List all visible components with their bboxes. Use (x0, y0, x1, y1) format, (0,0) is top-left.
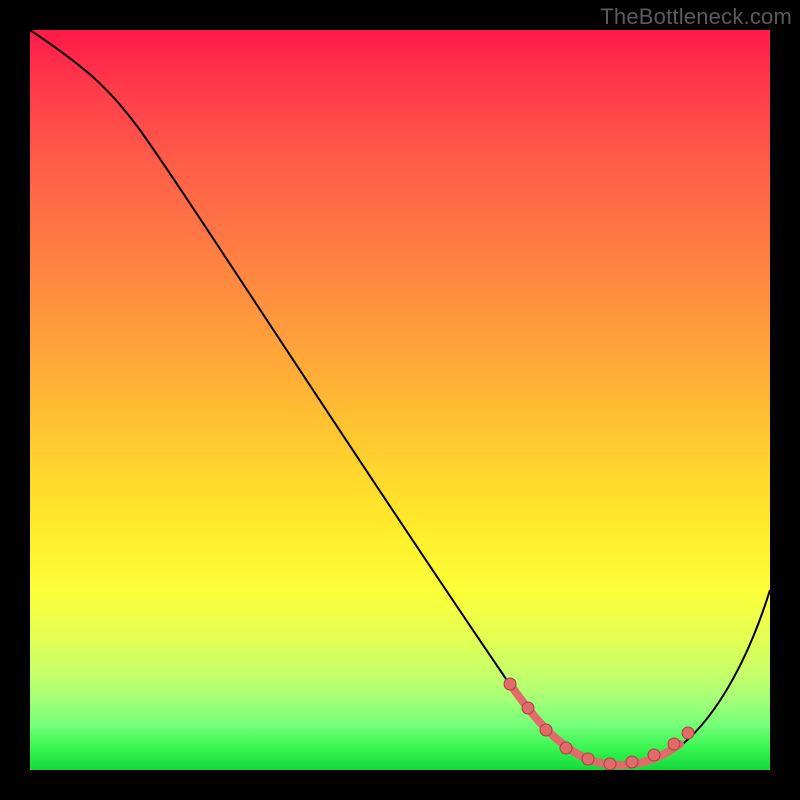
plot-area (30, 30, 770, 770)
watermark-text: TheBottleneck.com (600, 4, 792, 30)
optimal-range-beads (504, 678, 694, 770)
curve-svg (30, 30, 770, 770)
bottleneck-curve-line (30, 30, 770, 766)
chart-frame: TheBottleneck.com (0, 0, 800, 800)
